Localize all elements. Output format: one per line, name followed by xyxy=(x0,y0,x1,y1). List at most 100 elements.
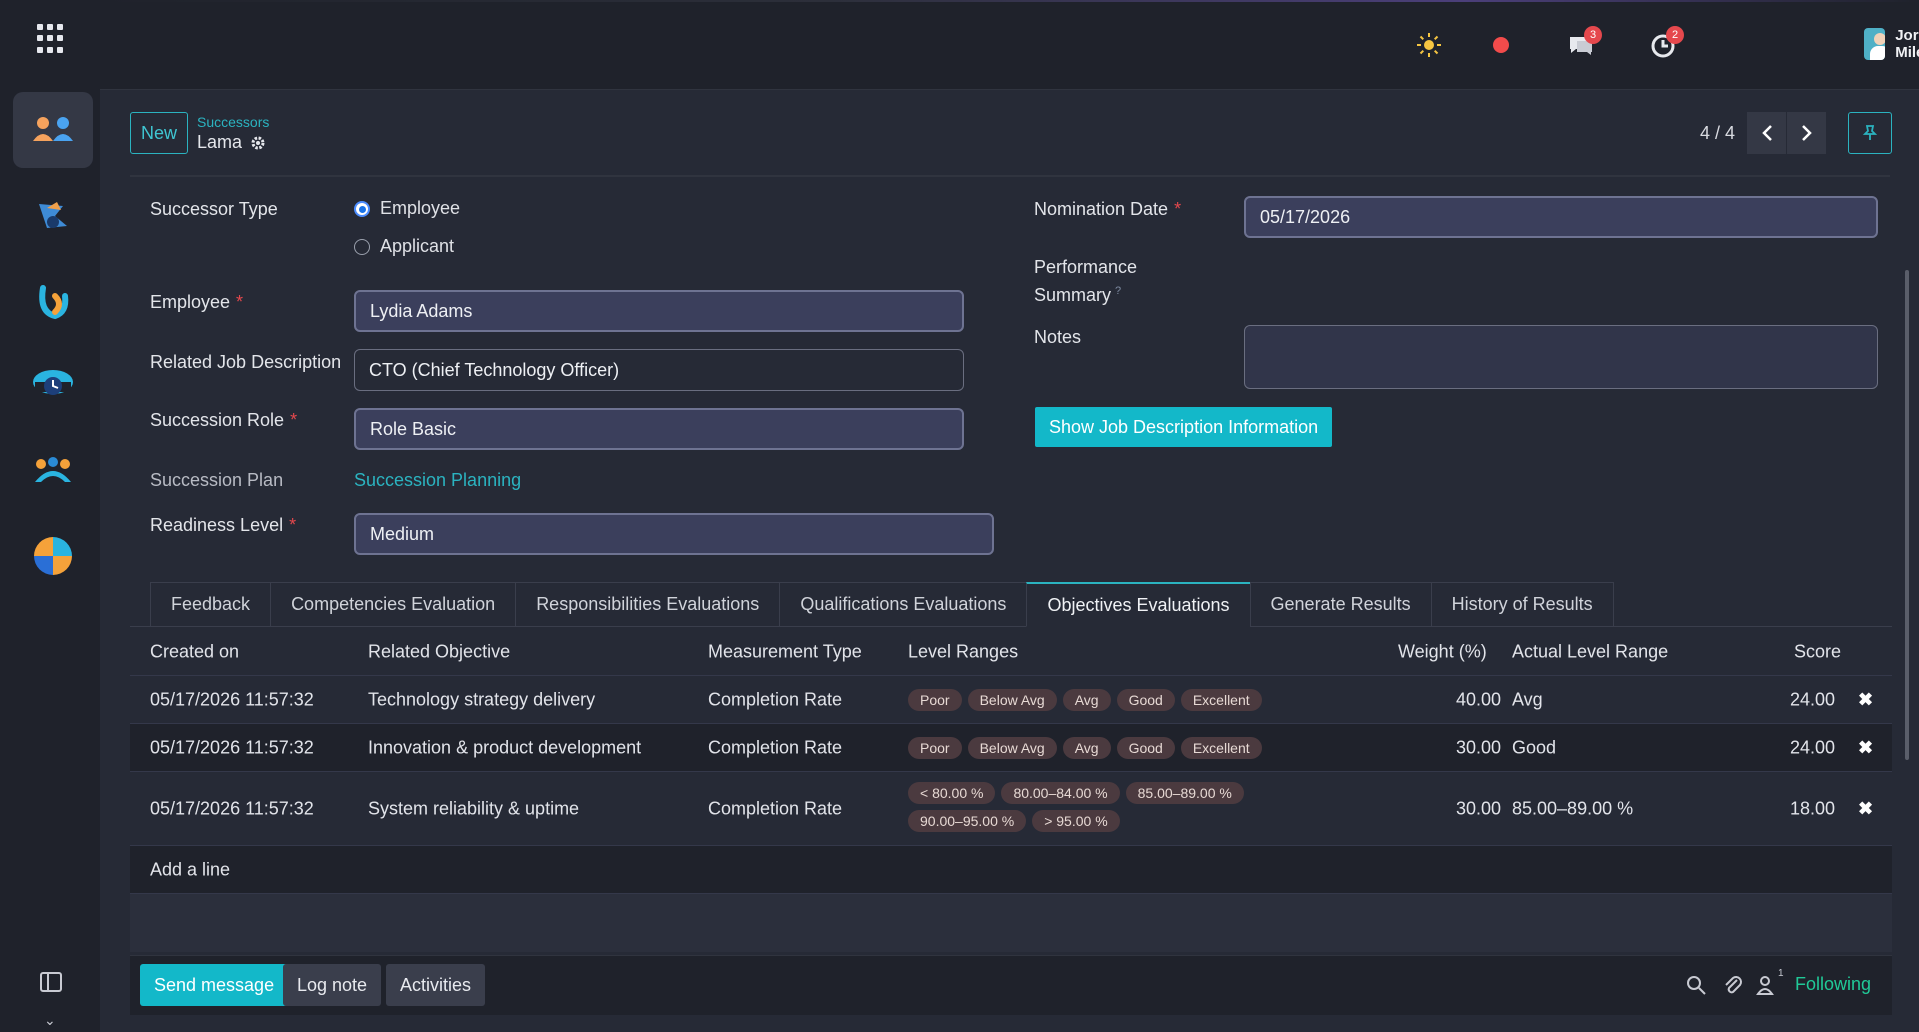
people-app-icon[interactable] xyxy=(13,92,93,168)
clock-app-icon[interactable] xyxy=(13,348,93,424)
level-range-tag: Excellent xyxy=(1180,737,1262,759)
header-actual-level-range[interactable]: Actual Level Range xyxy=(1512,641,1668,662)
level-range-tag: Below Avg xyxy=(967,689,1057,711)
cell-measurement-type: Completion Rate xyxy=(708,737,843,757)
tab-responsibilities[interactable]: Responsibilities Evaluations xyxy=(515,582,780,627)
pager-previous-button[interactable] xyxy=(1747,112,1788,154)
delete-row-icon[interactable]: ✖ xyxy=(1858,798,1873,819)
tab-competencies[interactable]: Competencies Evaluation xyxy=(270,582,516,627)
header-level-ranges[interactable]: Level Ranges xyxy=(908,641,1018,662)
tab-feedback[interactable]: Feedback xyxy=(150,582,271,627)
pager: 4 / 4 xyxy=(1700,112,1828,154)
notebook-tabs: Feedback Competencies Evaluation Respons… xyxy=(150,582,1614,627)
breadcrumb-parent-link[interactable]: Successors xyxy=(197,114,269,130)
readiness-level-label: Readiness Level * xyxy=(150,515,297,535)
table-row[interactable]: 05/17/2026 11:57:32 System reliability &… xyxy=(130,772,1892,846)
pager-next-button[interactable] xyxy=(1787,112,1828,154)
record-icon[interactable] xyxy=(1486,30,1516,60)
cell-actual-level: 85.00–89.00 % xyxy=(1512,798,1634,818)
tab-objectives[interactable]: Objectives Evaluations xyxy=(1026,582,1250,627)
notes-field[interactable] xyxy=(1244,325,1878,389)
pin-button[interactable] xyxy=(1848,112,1892,154)
pie-app-icon[interactable] xyxy=(13,518,93,594)
delete-row-icon[interactable]: ✖ xyxy=(1858,689,1873,710)
navbar-accent-line xyxy=(100,0,1919,2)
chevron-down-icon[interactable]: ⌄ xyxy=(44,1012,56,1029)
header-score[interactable]: Score xyxy=(1794,641,1841,662)
table-empty-area xyxy=(130,894,1892,952)
log-note-button[interactable]: Log note xyxy=(283,964,382,1006)
bird-app-icon[interactable] xyxy=(13,178,93,254)
add-line-link[interactable]: Add a line xyxy=(150,859,230,880)
tab-qualifications[interactable]: Qualifications Evaluations xyxy=(779,582,1027,627)
tab-generate-results[interactable]: Generate Results xyxy=(1249,582,1431,627)
breadcrumb-current: Lama xyxy=(197,132,269,153)
nomination-date-field[interactable]: 05/17/2026 xyxy=(1244,196,1878,238)
level-range-tag: > 95.00 % xyxy=(1032,810,1120,832)
header-weight[interactable]: Weight (%) xyxy=(1398,641,1487,662)
chevron-right-icon xyxy=(1801,125,1812,141)
send-message-button[interactable]: Send message xyxy=(140,964,289,1006)
cell-score: 18.00 xyxy=(1790,798,1836,818)
cell-created-on: 05/17/2026 11:57:32 xyxy=(150,689,314,709)
level-ranges-tags: Poor Below Avg Avg Good Excellent xyxy=(908,737,1288,759)
sun-icon[interactable] xyxy=(1414,30,1444,60)
header-created-on[interactable]: Created on xyxy=(150,641,239,662)
level-range-tag: 80.00–84.00 % xyxy=(1001,782,1120,804)
user-name: Jordan Miles xyxy=(1895,27,1919,61)
cell-measurement-type: Completion Rate xyxy=(708,798,843,818)
radio-employee-dot[interactable] xyxy=(354,200,370,217)
sidebar-toggle-icon[interactable] xyxy=(40,972,62,992)
table-row[interactable]: 05/17/2026 11:57:32 Technology strategy … xyxy=(130,676,1892,724)
table-row[interactable]: 05/17/2026 11:57:32 Innovation & product… xyxy=(130,724,1892,772)
help-icon[interactable]: ? xyxy=(1115,285,1121,297)
radio-applicant-label: Applicant xyxy=(380,236,455,256)
new-button[interactable]: New xyxy=(130,112,188,154)
activities-button[interactable]: Activities xyxy=(386,964,486,1006)
following-button[interactable]: Following xyxy=(1795,974,1871,995)
scrollbar[interactable] xyxy=(1905,270,1909,760)
employee-field[interactable]: Lydia Adams xyxy=(354,290,964,332)
team-app-icon[interactable] xyxy=(13,434,93,510)
cell-weight: 30.00 xyxy=(1456,737,1502,757)
radio-applicant[interactable]: Applicant xyxy=(354,236,454,257)
delete-row-icon[interactable]: ✖ xyxy=(1858,737,1873,758)
show-job-description-button[interactable]: Show Job Description Information xyxy=(1035,407,1333,447)
radio-applicant-dot[interactable] xyxy=(354,238,370,255)
activity-clock-icon[interactable]: 2 xyxy=(1648,26,1684,60)
user-menu[interactable]: Jordan Miles xyxy=(1864,27,1919,61)
chatter-bar: Send message Log note Activities 1 Follo… xyxy=(130,955,1892,1015)
tab-history-results[interactable]: History of Results xyxy=(1430,582,1614,627)
search-icon[interactable] xyxy=(1685,974,1707,996)
level-range-tag: Excellent xyxy=(1180,689,1262,711)
top-navbar: 3 2 Jordan Miles xyxy=(100,0,1919,90)
cell-objective: Technology strategy delivery xyxy=(368,689,596,709)
readiness-level-field[interactable]: Medium xyxy=(354,513,994,555)
table-header: Created on Related Objective Measurement… xyxy=(130,628,1892,676)
cell-score: 24.00 xyxy=(1790,737,1836,757)
radio-employee-label: Employee xyxy=(380,198,461,218)
gear-icon[interactable] xyxy=(250,135,266,151)
header-measurement-type[interactable]: Measurement Type xyxy=(708,641,862,662)
follower-icon[interactable] xyxy=(1756,974,1778,996)
successor-type-label: Successor Type xyxy=(150,199,278,219)
swirl-app-icon[interactable] xyxy=(13,264,93,340)
notes-label: Notes xyxy=(1034,327,1082,347)
chat-icon[interactable]: 3 xyxy=(1566,26,1602,60)
radio-employee[interactable]: Employee xyxy=(354,198,460,219)
succession-role-field[interactable]: Role Basic xyxy=(354,408,964,450)
cell-actual-level: Good xyxy=(1512,737,1557,757)
related-job-field[interactable]: CTO (Chief Technology Officer) xyxy=(354,349,964,391)
nomination-date-label: Nomination Date * xyxy=(1034,199,1182,219)
chevron-left-icon xyxy=(1761,125,1772,141)
pin-icon xyxy=(1862,125,1878,140)
succession-plan-link[interactable]: Succession Planning xyxy=(354,470,521,491)
apps-menu-icon[interactable] xyxy=(37,24,67,54)
objectives-table: Created on Related Objective Measurement… xyxy=(130,628,1892,952)
paperclip-icon[interactable] xyxy=(1722,974,1744,996)
header-related-objective[interactable]: Related Objective xyxy=(368,641,510,662)
level-range-tag: 85.00–89.00 % xyxy=(1125,782,1244,804)
chat-count-badge: 3 xyxy=(1584,26,1602,44)
cell-score: 24.00 xyxy=(1790,689,1836,709)
pager-value[interactable]: 4 / 4 xyxy=(1700,123,1735,144)
